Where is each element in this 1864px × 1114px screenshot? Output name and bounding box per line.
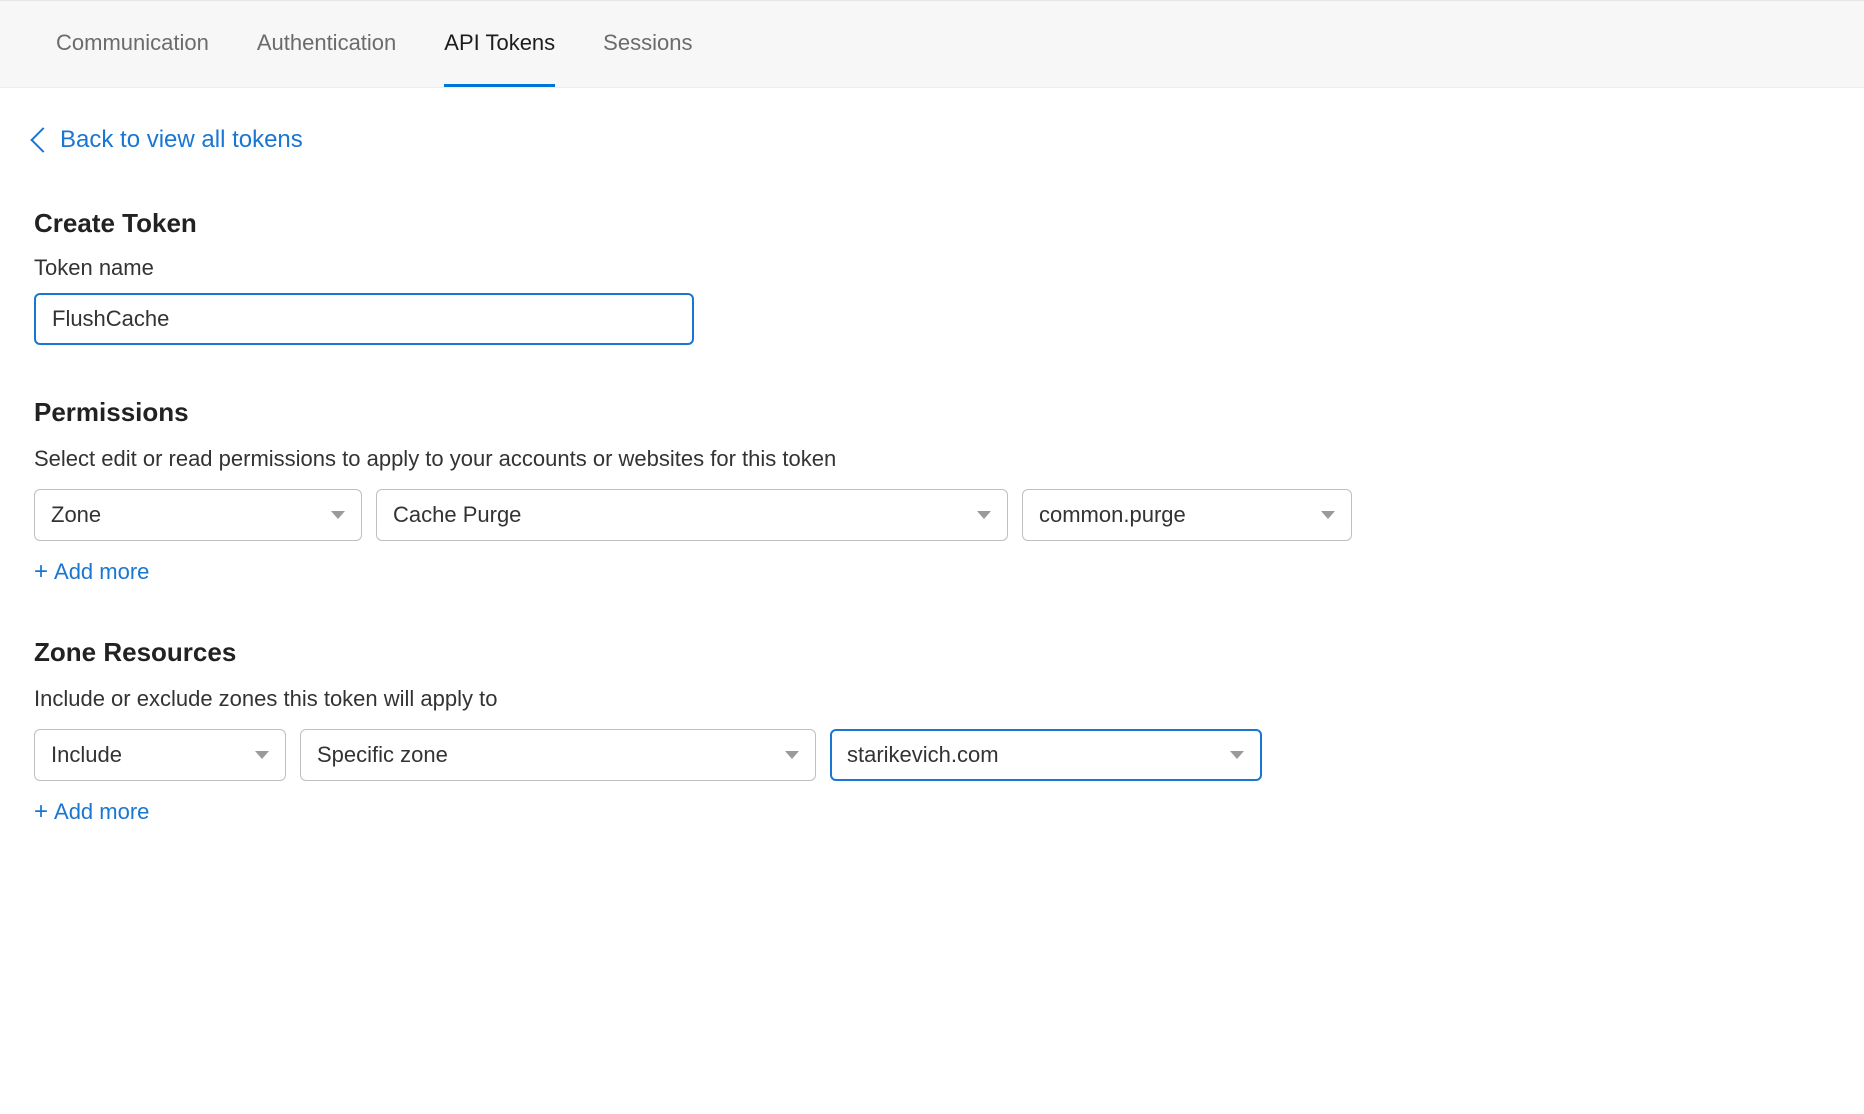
arrow-left-icon	[30, 127, 55, 152]
tabbar: Communication Authentication API Tokens …	[0, 0, 1864, 88]
token-name-input[interactable]	[34, 293, 694, 345]
token-name-label: Token name	[34, 255, 1826, 281]
zone-resources-title: Zone Resources	[34, 637, 1826, 668]
permissions-scope-select[interactable]: Zone	[34, 489, 362, 541]
select-value: Zone	[51, 502, 101, 528]
zone-resources-row: Include Specific zone starikevich.com	[34, 729, 1826, 781]
tab-label: API Tokens	[444, 30, 555, 56]
tab-sessions[interactable]: Sessions	[603, 1, 692, 87]
select-value: common.purge	[1039, 502, 1186, 528]
select-value: Include	[51, 742, 122, 768]
permissions-row: Zone Cache Purge common.purge	[34, 489, 1826, 541]
zone-resources-subtitle: Include or exclude zones this token will…	[34, 684, 1826, 715]
plus-icon: +	[34, 800, 48, 824]
permissions-action-select[interactable]: common.purge	[1022, 489, 1352, 541]
permissions-permission-select[interactable]: Cache Purge	[376, 489, 1008, 541]
chevron-down-icon	[331, 511, 345, 519]
permissions-add-more[interactable]: + Add more	[34, 559, 149, 585]
back-link-label: Back to view all tokens	[60, 126, 303, 154]
tab-label: Authentication	[257, 30, 396, 56]
add-more-label: Add more	[54, 799, 149, 825]
permissions-block: Permissions Select edit or read permissi…	[34, 397, 1826, 585]
zone-resources-block: Zone Resources Include or exclude zones …	[34, 637, 1826, 825]
tab-label: Sessions	[603, 30, 692, 56]
chevron-down-icon	[977, 511, 991, 519]
create-token-block: Create Token Token name	[34, 208, 1826, 345]
add-more-label: Add more	[54, 559, 149, 585]
permissions-title: Permissions	[34, 397, 1826, 428]
tab-api-tokens[interactable]: API Tokens	[444, 1, 555, 87]
select-value: starikevich.com	[847, 742, 999, 768]
select-value: Specific zone	[317, 742, 448, 768]
chevron-down-icon	[1321, 511, 1335, 519]
chevron-down-icon	[785, 751, 799, 759]
tab-communication[interactable]: Communication	[56, 1, 209, 87]
chevron-down-icon	[255, 751, 269, 759]
tab-authentication[interactable]: Authentication	[257, 1, 396, 87]
chevron-down-icon	[1230, 751, 1244, 759]
page-content: Back to view all tokens Create Token Tok…	[0, 88, 1860, 917]
tab-label: Communication	[56, 30, 209, 56]
plus-icon: +	[34, 560, 48, 584]
zone-add-more[interactable]: + Add more	[34, 799, 149, 825]
zone-mode-select[interactable]: Include	[34, 729, 286, 781]
zone-scope-select[interactable]: Specific zone	[300, 729, 816, 781]
back-link[interactable]: Back to view all tokens	[34, 126, 303, 154]
create-token-title: Create Token	[34, 208, 1826, 239]
select-value: Cache Purge	[393, 502, 521, 528]
zone-name-select[interactable]: starikevich.com	[830, 729, 1262, 781]
permissions-subtitle: Select edit or read permissions to apply…	[34, 444, 1826, 475]
